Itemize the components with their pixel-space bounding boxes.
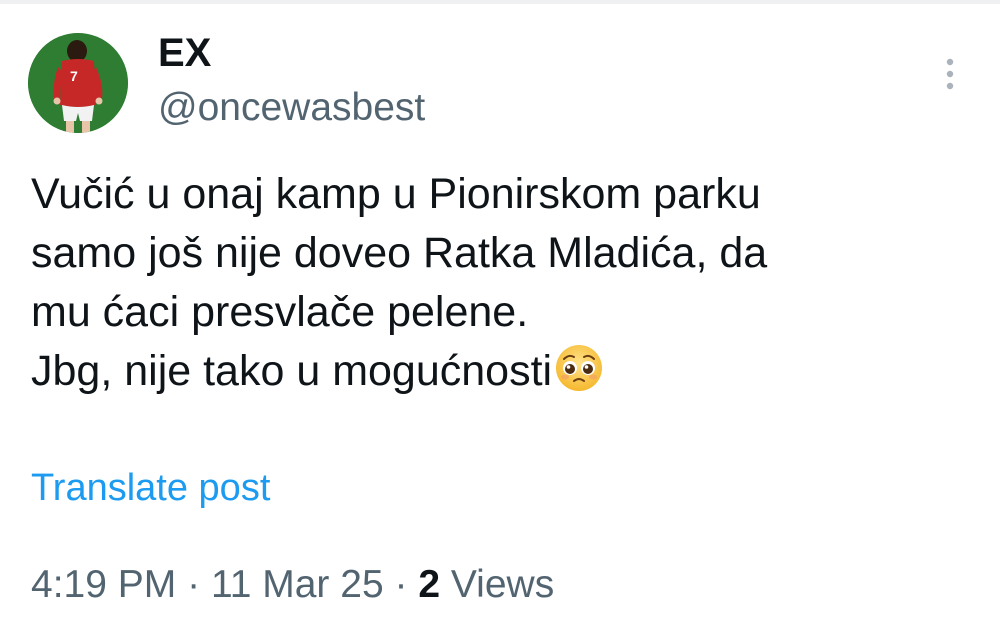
pleading-face-emoji-icon — [554, 343, 604, 409]
views-count: 2 — [418, 563, 441, 606]
post-line: Vučić u onaj kamp u Pionirskom parku — [31, 170, 761, 218]
footballer-avatar-icon: 7 — [28, 33, 128, 133]
more-options-button[interactable] — [930, 52, 970, 96]
post-line-text: Jbg, nije tako u mogućnosti — [31, 347, 553, 395]
post-text: Vučić u onaj kamp u Pionirskom parku sam… — [31, 165, 981, 401]
post-line-last: Jbg, nije tako u mogućnosti — [31, 342, 981, 401]
post-metadata: 4:19 PM · 11 Mar 25 · 2 Views — [31, 563, 554, 607]
post-date[interactable]: 11 Mar 25 — [211, 563, 384, 606]
views-label: Views — [450, 563, 555, 606]
translate-post-link[interactable]: Translate post — [31, 466, 270, 510]
top-divider — [0, 0, 1000, 4]
meta-separator: · — [187, 563, 201, 606]
post-time[interactable]: 4:19 PM — [31, 563, 176, 606]
display-name[interactable]: EX — [158, 30, 211, 76]
post-line: samo još nije doveo Ratka Mladića, da — [31, 229, 768, 277]
svg-text:7: 7 — [70, 68, 78, 84]
meta-separator: · — [394, 563, 408, 606]
more-vertical-icon — [946, 58, 954, 90]
avatar[interactable]: 7 — [28, 33, 128, 133]
user-handle[interactable]: @oncewasbest — [158, 86, 425, 130]
post-line: mu ćaci presvlače pelene. — [31, 288, 529, 336]
